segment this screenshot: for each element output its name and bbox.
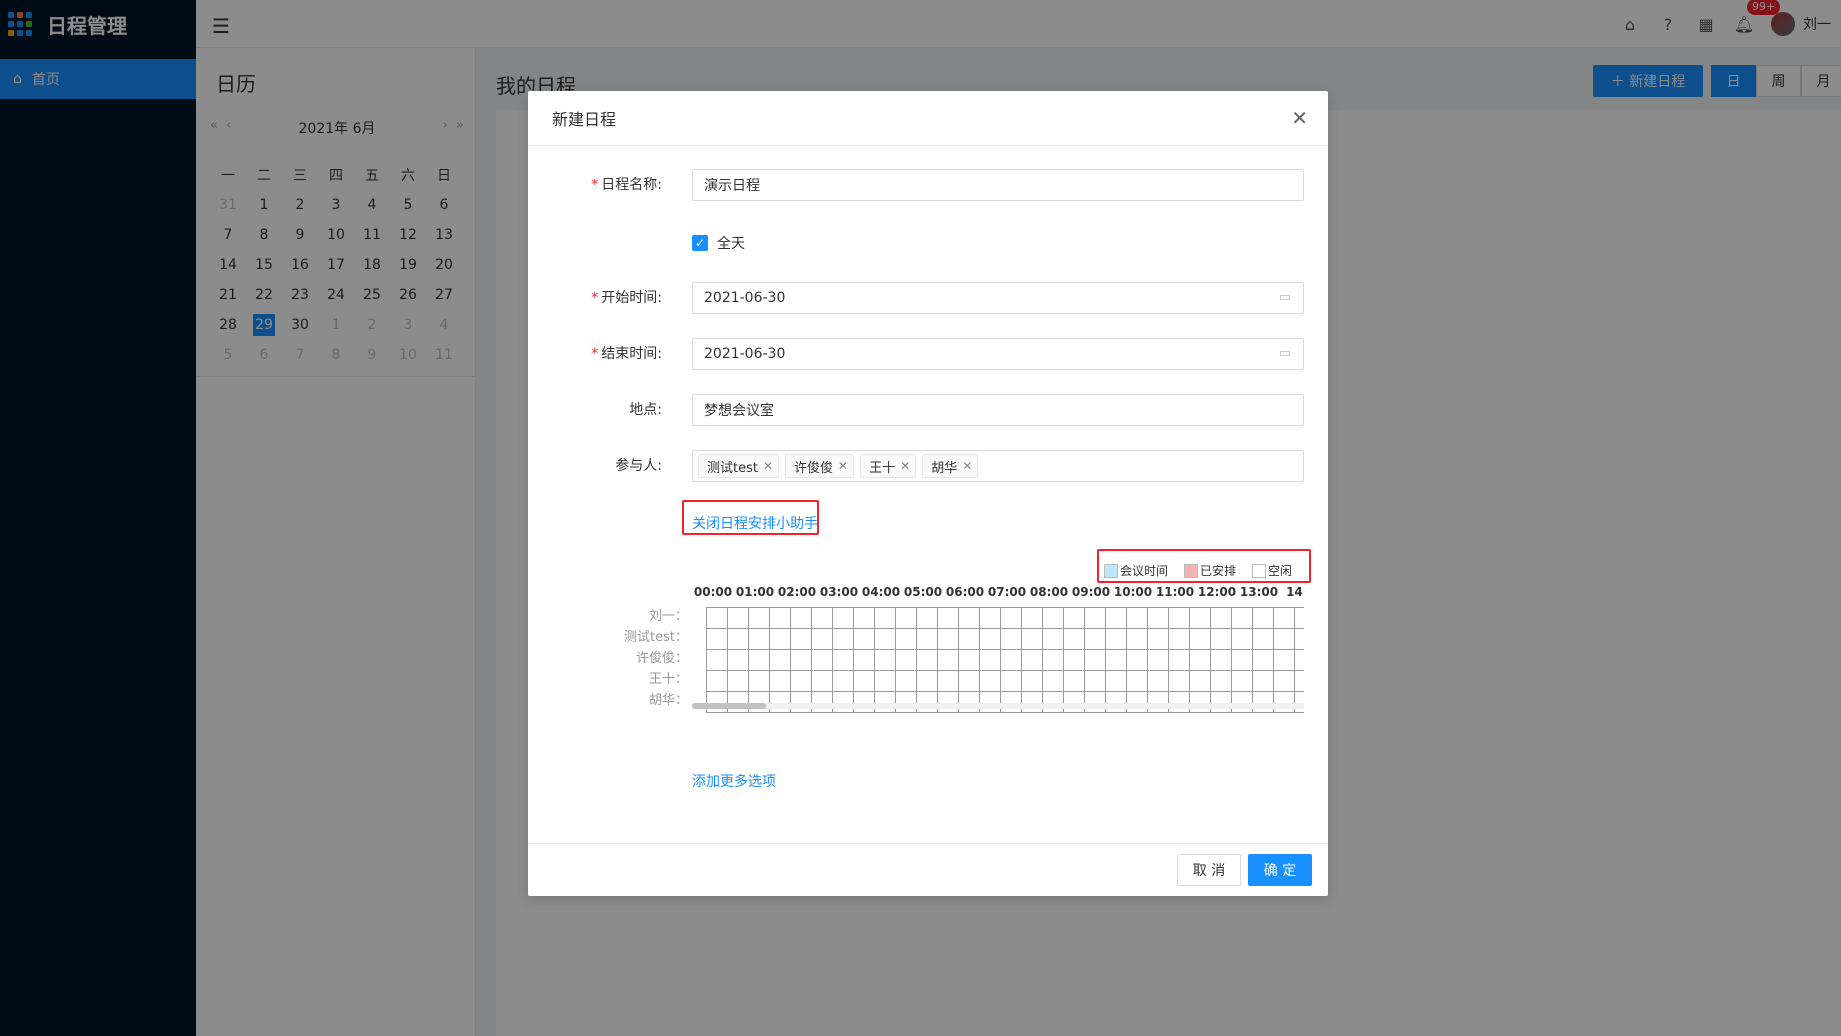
confirm-button[interactable]: 确 定	[1248, 854, 1312, 886]
hour-label: 10:00	[1113, 585, 1153, 599]
hour-label: 06:00	[945, 585, 985, 599]
hour-label: 04:00	[861, 585, 901, 599]
participants-label: 参与人:	[615, 458, 662, 474]
availability-grid[interactable]	[706, 607, 1304, 713]
modal-header: 新建日程 ✕	[528, 91, 1328, 146]
participant-row-label: 测试test：	[624, 630, 688, 645]
legend-item: 会议时间	[1104, 562, 1168, 579]
schedule-assistant: 00:00 01:00 02:00 03:00 04:00 05:00 06:00 07:00…	[692, 585, 1304, 715]
legend-item: 已安排	[1184, 562, 1236, 579]
participant-row-label: 刘一：	[648, 609, 688, 624]
location-input[interactable]: 梦想会议室	[692, 394, 1304, 426]
hour-label: 00:00	[693, 585, 733, 599]
remove-tag-icon[interactable]: ✕	[900, 459, 910, 473]
start-label: 开始时间:	[601, 290, 662, 306]
hour-header: 00:00 01:00 02:00 03:00 04:00 05:00 06:00 07:00…	[692, 585, 1304, 605]
allday-label: 全天	[717, 236, 745, 252]
hour-label: 09:00	[1071, 585, 1111, 599]
end-date-picker[interactable]: 2021-06-30 ▭	[692, 338, 1304, 370]
schedule-legend: 会议时间 已安排 空闲	[1104, 562, 1308, 579]
scrollbar-thumb[interactable]	[692, 703, 766, 709]
participant-tag: 王十 ✕	[860, 454, 917, 478]
hour-label: 11:00	[1155, 585, 1195, 599]
legend-swatch	[1184, 563, 1199, 578]
hour-label: 03:00	[819, 585, 859, 599]
row-location: 地点: 梦想会议室	[528, 394, 1328, 426]
hour-label: 05:00	[903, 585, 943, 599]
check-icon: ✓	[692, 235, 708, 251]
participants-select[interactable]: 测试test ✕ 许俊俊 ✕ 王十 ✕ 胡华 ✕	[692, 450, 1304, 482]
legend-swatch	[1104, 563, 1118, 578]
row-start: * 开始时间: 2021-06-30 ▭	[528, 282, 1328, 314]
row-name: * 日程名称: 演示日程	[528, 169, 1328, 201]
hour-label: 02:00	[777, 585, 817, 599]
remove-tag-icon[interactable]: ✕	[763, 459, 773, 473]
legend-item: 空闲	[1252, 562, 1292, 579]
participant-tag: 胡华 ✕	[922, 454, 979, 478]
horizontal-scrollbar[interactable]	[692, 703, 1304, 709]
start-date-picker[interactable]: 2021-06-30 ▭	[692, 282, 1304, 314]
remove-tag-icon[interactable]: ✕	[838, 459, 848, 473]
participant-tag: 测试test ✕	[698, 454, 780, 478]
participant-labels: 刘一： 测试test： 许俊俊： 王十： 胡华：	[618, 606, 688, 711]
end-label: 结束时间:	[601, 346, 662, 362]
participant-row-label: 许俊俊：	[635, 651, 688, 666]
participant-tag: 许俊俊 ✕	[785, 454, 855, 478]
close-icon[interactable]: ✕	[1291, 106, 1308, 130]
participant-row-label: 胡华：	[648, 693, 688, 708]
row-end: * 结束时间: 2021-06-30 ▭	[528, 338, 1328, 370]
hour-label: 01:00	[735, 585, 775, 599]
hour-label: 07:00	[987, 585, 1027, 599]
hour-label: 08:00	[1029, 585, 1069, 599]
close-assistant-link[interactable]: 关闭日程安排小助手	[692, 513, 818, 533]
hour-label: 13:00	[1239, 585, 1279, 599]
remove-tag-icon[interactable]: ✕	[962, 459, 972, 473]
hour-label: 12:00	[1197, 585, 1237, 599]
start-date-value: 2021-06-30	[704, 290, 786, 306]
calendar-icon: ▭	[1278, 346, 1291, 361]
allday-checkbox[interactable]: ✓ 全天	[692, 233, 745, 253]
add-more-options-link[interactable]: 添加更多选项	[692, 771, 776, 791]
modal-title: 新建日程	[552, 110, 617, 129]
end-date-value: 2021-06-30	[704, 346, 786, 362]
hour-label: 14:0	[1286, 585, 1304, 599]
name-label: 日程名称:	[601, 177, 662, 193]
legend-swatch	[1252, 563, 1267, 578]
location-label: 地点:	[629, 402, 662, 418]
schedule-name-input[interactable]: 演示日程	[692, 169, 1304, 201]
cancel-button[interactable]: 取 消	[1177, 854, 1241, 886]
modal-footer: 取 消 确 定	[528, 843, 1328, 896]
calendar-icon: ▭	[1278, 290, 1291, 305]
participant-row-label: 王十：	[648, 672, 688, 687]
new-schedule-modal: 新建日程 ✕ * 日程名称: 演示日程 ✓ 全天 * 开始时间: 2021-06-3…	[528, 91, 1328, 896]
row-participants: 参与人: 测试test ✕ 许俊俊 ✕ 王十 ✕ 胡华 ✕	[528, 450, 1328, 482]
